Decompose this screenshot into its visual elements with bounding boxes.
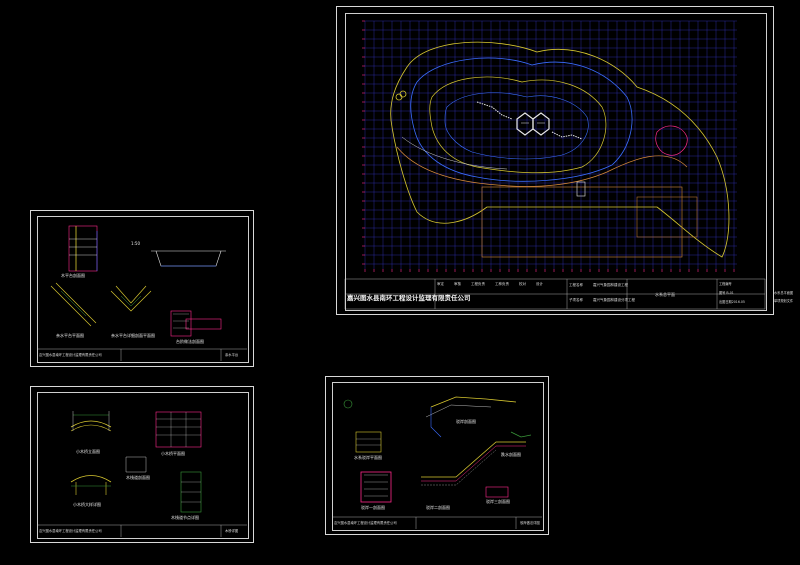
drawing-title: 水系总平面: [655, 292, 675, 297]
column-header: 审定: [437, 282, 444, 286]
detail-label: 小木桥平面图: [161, 451, 185, 456]
hexagon-pavilion-2: [532, 112, 550, 136]
detail-label: 小木桥大样详图: [73, 502, 101, 507]
main-company-name: 嘉兴图水县南环工程设计监理有限责任公司: [347, 294, 471, 302]
bridge-details-graphic: [37, 411, 247, 537]
sub-project-name: 嘉兴气象园林建设分项工程: [593, 298, 635, 302]
column-header: 设计: [536, 282, 543, 286]
platform-details-graphic: [37, 225, 247, 361]
detail-label: 木栈道剖面图: [126, 475, 150, 480]
contour-lines: [390, 41, 730, 258]
detail-label: 木栈道节点详图: [171, 515, 199, 520]
detail-label: 跌水剖面图: [501, 452, 521, 457]
main-drawing-sheet[interactable]: 嘉兴图水县南环工程设计监理有限责任公司 审定 审核 工程负责 工种负责 校对 设…: [336, 6, 774, 315]
detail-label: 台阶做法剖面图: [176, 339, 204, 344]
detail-label: 驳岸剖面图: [456, 419, 476, 424]
detail-label: 亲水平台平面图: [56, 333, 84, 338]
right-label-3: 出图日期2016.05: [719, 300, 745, 304]
outer-contour-yellow: [390, 41, 730, 258]
column-header: 审核: [454, 282, 461, 286]
detail-sheet-platform[interactable]: 木平台剖面图 亲水平台平面图 亲水平台详细剖面平面图 台阶做法剖面图 1:50 …: [30, 210, 254, 367]
main-side-note-1: 水系总平面图: [774, 291, 794, 295]
right-label-1: 工程编号: [719, 282, 732, 286]
plan-grid: [362, 20, 737, 272]
sheet-drawing-name: 亲水平台: [225, 353, 239, 357]
detail-label: 木平台剖面图: [61, 273, 85, 278]
pavilions: [395, 90, 586, 197]
detail-label: 驳岸一剖面图: [361, 505, 385, 510]
scale-note: 1:50: [131, 241, 140, 246]
sheet-drawing-name: 驳岸做法详图: [520, 521, 540, 525]
detail-label: 亲水平台详细剖面平面图: [111, 333, 155, 338]
sheet-drawing-name: 木桥详图: [225, 529, 239, 533]
main-column-headers: 审定 审核 工程负责 工种负责 校对 设计: [437, 282, 543, 287]
sub-project-label: 子项名称: [569, 298, 583, 302]
east-pool: [655, 125, 688, 156]
building-outline: [481, 186, 683, 258]
detail-sheet-bridge[interactable]: 小木桥立面图 小木桥平面图 木栈道剖面图 小木桥大样详图 木栈道节点详图 嘉兴图…: [30, 386, 254, 543]
detail-label: 驳岸三剖面图: [486, 499, 510, 504]
detail-label: 水系驳岸平面图: [354, 455, 382, 460]
sheet-company: 嘉兴图水县南环工程设计监理有限责任公司: [334, 521, 397, 525]
water-edge-blue: [410, 57, 633, 182]
project-label: 工程名称: [569, 283, 583, 287]
hexagon-pavilion-1: [516, 112, 534, 136]
column-header: 工程负责: [471, 282, 485, 286]
detail-sheet-revetment[interactable]: 驳岸剖面图 水系驳岸平面图 驳岸一剖面图 驳岸二剖面图 驳岸三剖面图 跌水剖面图…: [325, 376, 549, 535]
column-header: 校对: [519, 282, 526, 286]
building-inner: [636, 196, 698, 238]
project-name: 嘉兴气象园林建设工程: [593, 283, 628, 287]
site-plan-graphic: [344, 20, 766, 310]
detail-label: 驳岸二剖面图: [426, 505, 450, 510]
stepping-stones: [476, 101, 583, 140]
right-label-2: 图号 B-01: [719, 291, 734, 295]
column-header: 工种负责: [495, 282, 509, 286]
detail-label: 小木桥立面图: [76, 449, 100, 454]
sheet-company: 嘉兴图水县南环工程设计监理有限责任公司: [39, 353, 102, 357]
sheet-company: 嘉兴图水县南环工程设计监理有限责任公司: [39, 529, 102, 533]
main-side-note-2: 单项规划文件: [774, 299, 794, 303]
